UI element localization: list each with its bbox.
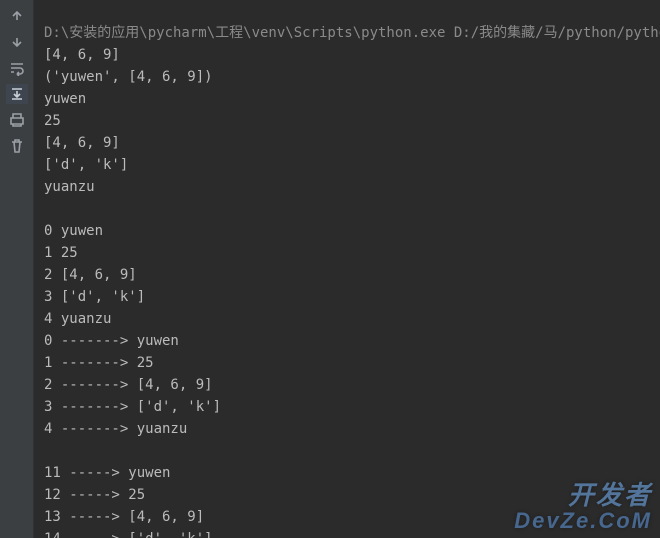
output-line: ['d', 'k'] — [44, 157, 128, 173]
output-line: [4, 6, 9] — [44, 135, 120, 151]
output-line: 11 -----> yuwen — [44, 465, 170, 481]
output-line: 1 25 — [44, 245, 78, 261]
console-output[interactable]: D:\安装的应用\pycharm\工程\venv\Scripts\python.… — [34, 0, 660, 538]
output-line: 12 -----> 25 — [44, 487, 145, 503]
output-line: 0 yuwen — [44, 223, 103, 239]
output-line: 13 -----> [4, 6, 9] — [44, 509, 204, 525]
output-line: yuanzu — [44, 179, 95, 195]
output-line: [4, 6, 9] — [44, 47, 120, 63]
output-line: 3 -------> ['d', 'k'] — [44, 399, 221, 415]
output-line: yuwen — [44, 91, 86, 107]
arrow-down-icon[interactable] — [6, 32, 28, 52]
output-line: 4 yuanzu — [44, 311, 111, 327]
run-toolwindow: D:\安装的应用\pycharm\工程\venv\Scripts\python.… — [0, 0, 660, 538]
output-line: 14 -----> ['d', 'k'] — [44, 531, 213, 538]
trash-icon[interactable] — [6, 136, 28, 156]
output-line: 3 ['d', 'k'] — [44, 289, 145, 305]
console-gutter — [0, 0, 34, 538]
scroll-to-end-icon[interactable] — [6, 84, 28, 104]
output-line: 4 -------> yuanzu — [44, 421, 187, 437]
output-line: 25 — [44, 113, 61, 129]
output-line: 2 -------> [4, 6, 9] — [44, 377, 213, 393]
output-line: 0 -------> yuwen — [44, 333, 179, 349]
output-line: 2 [4, 6, 9] — [44, 267, 137, 283]
arrow-up-icon[interactable] — [6, 6, 28, 26]
output-line: 1 -------> 25 — [44, 355, 154, 371]
command-line: D:\安装的应用\pycharm\工程\venv\Scripts\python.… — [44, 25, 660, 41]
wrap-lines-icon[interactable] — [6, 58, 28, 78]
output-line: ('yuwen', [4, 6, 9]) — [44, 69, 213, 85]
print-icon[interactable] — [6, 110, 28, 130]
